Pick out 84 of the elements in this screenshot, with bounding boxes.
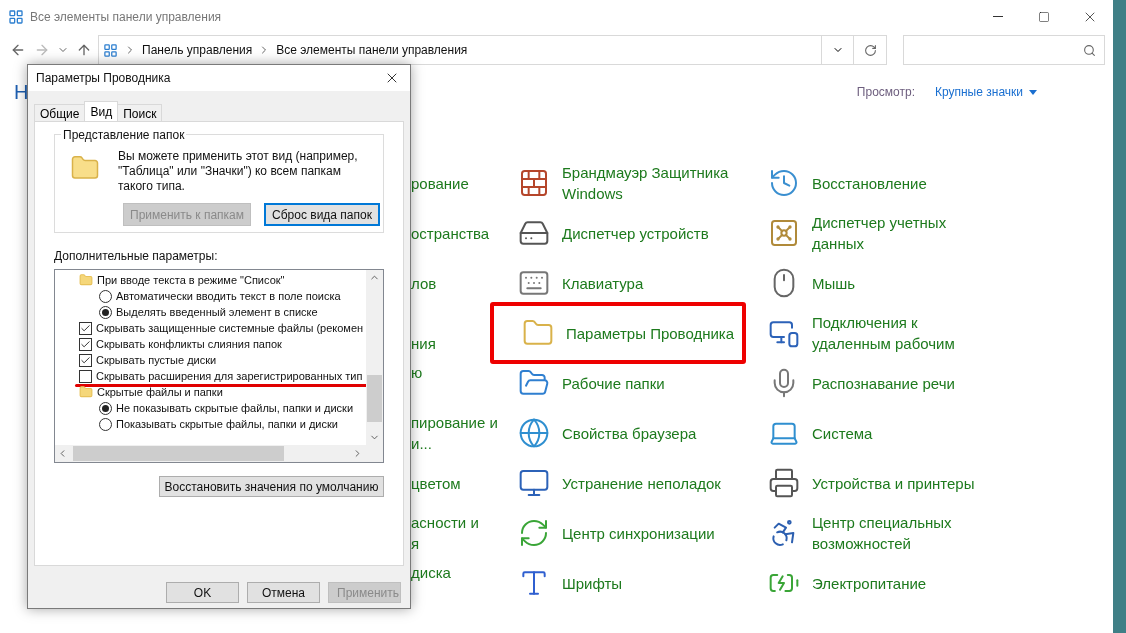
horizontal-scrollbar[interactable] — [55, 445, 383, 462]
view-label: Просмотр: — [856, 84, 915, 101]
checkbox[interactable] — [79, 353, 92, 367]
checkbox[interactable] — [79, 321, 92, 335]
checkbox[interactable] — [79, 369, 92, 383]
section-label: Дополнительные параметры: — [54, 248, 219, 265]
description-text: Вы можете применить этот вид (например, "Таблица" или "Значки") ко всем папкам такого типа. — [118, 149, 358, 194]
option-label: Скрывать пустые диски — [96, 352, 217, 368]
item-label[interactable]: диска — [411, 564, 451, 581]
item-label[interactable]: асности и — [411, 514, 479, 531]
item-link[interactable]: Центр синхронизации — [562, 522, 715, 544]
scroll-thumb[interactable] — [367, 375, 382, 422]
clock-icon — [768, 167, 800, 199]
item-label[interactable]: остранства — [411, 222, 518, 244]
item-label[interactable]: и... — [411, 435, 432, 452]
control-panel-icon — [103, 42, 118, 58]
view-dropdown[interactable]: Крупные значки — [934, 83, 1037, 101]
minimize-icon — [993, 16, 1003, 17]
sync-icon — [518, 517, 550, 549]
globe-icon — [518, 417, 550, 449]
vertical-scrollbar[interactable] — [366, 270, 383, 445]
folder-view-button[interactable]: Сброс вида папок — [264, 203, 380, 226]
item-label[interactable]: ю — [411, 364, 423, 381]
radio-button[interactable] — [99, 289, 112, 303]
printer-icon — [768, 467, 800, 499]
item-label[interactable]: я — [411, 535, 420, 552]
item-link[interactable]: Шрифты — [562, 572, 623, 594]
item-link[interactable]: Система — [812, 422, 873, 444]
radio-button[interactable] — [99, 305, 112, 319]
restore-defaults-button[interactable]: Восстановить значения по умолчанию — [159, 476, 384, 497]
page-heading: Н — [14, 80, 29, 105]
option-label: Не показывать скрытые файлы, папки и диски — [116, 400, 354, 416]
radio-button[interactable] — [99, 401, 112, 415]
control-panel-icon — [8, 8, 24, 25]
item-link[interactable]: Параметры Проводника — [566, 322, 735, 344]
option-label: Скрывать защищенные системные файлы (рекомен — [96, 320, 364, 336]
item-link[interactable]: Восстановление — [812, 172, 927, 194]
tab[interactable]: Вид — [84, 101, 119, 121]
option-label: Скрывать конфликты слияния папок — [96, 336, 282, 352]
checkbox[interactable] — [79, 337, 92, 351]
option-label: Скрывать расширения для зарегистрированных тип — [96, 368, 363, 384]
item-link[interactable]: Центр специальных возможностей — [812, 512, 987, 554]
scroll-thumb[interactable] — [73, 446, 284, 461]
item-link[interactable]: Распознавание речи — [812, 372, 955, 394]
dialog-button[interactable]: Отмена — [247, 582, 320, 603]
safe-icon — [768, 217, 800, 249]
refresh-icon — [863, 43, 877, 57]
forward-arrow-icon — [34, 42, 50, 58]
item-link[interactable]: Диспетчер устройств — [562, 222, 709, 244]
item-link[interactable]: Электропитание — [812, 572, 927, 594]
item-link[interactable]: Устройства и принтеры — [812, 472, 975, 494]
option-label: Автоматически вводить текст в поле поиска — [116, 288, 341, 304]
window-title: Все элементы панели управления — [30, 8, 222, 26]
maximize-icon — [1038, 10, 1050, 23]
item-label[interactable]: лов — [411, 272, 518, 294]
item-link[interactable]: Диспетчер учетных данных — [812, 212, 987, 254]
item-link[interactable]: Мышь — [812, 272, 856, 294]
item-link[interactable]: Устранение неполадок — [562, 472, 721, 494]
folder-icon — [79, 273, 93, 287]
search-icon — [1083, 43, 1096, 57]
tab[interactable]: Поиск — [117, 104, 163, 121]
breadcrumb-item[interactable]: Панель управления — [142, 41, 253, 59]
folder-icon — [79, 385, 93, 399]
dialog-button[interactable]: OK — [166, 582, 239, 603]
item-label[interactable]: рование — [411, 172, 518, 194]
option-label: Скрытые файлы и папки — [97, 384, 223, 400]
item-label[interactable]: ния — [411, 335, 436, 352]
brick-wall-icon — [518, 167, 550, 199]
item-link[interactable]: Рабочие папки — [562, 372, 665, 394]
option-label: Показывать скрытые файлы, папки и диски — [116, 416, 338, 432]
item-link[interactable]: Брандмауэр Защитника Windows — [562, 162, 752, 204]
item-label[interactable]: пирование и — [411, 414, 498, 431]
item-link[interactable]: Свойства браузера — [562, 422, 697, 444]
search-field[interactable] — [903, 35, 1105, 65]
item-link[interactable]: Клавиатура — [562, 272, 644, 294]
tab[interactable]: Общие — [34, 104, 86, 121]
monitor-icon — [518, 467, 550, 499]
radio-button[interactable] — [99, 417, 112, 431]
item-label[interactable]: цветом — [411, 472, 518, 494]
item-link[interactable]: Подключения к удаленным рабочим — [812, 312, 987, 354]
option-label: При вводе текста в режиме "Список" — [97, 272, 285, 288]
option-label: Выделять введенный элемент в списке — [116, 304, 318, 320]
breadcrumb-item[interactable]: Все элементы панели управления — [276, 41, 468, 59]
dialog-title: Параметры Проводника — [36, 70, 171, 87]
